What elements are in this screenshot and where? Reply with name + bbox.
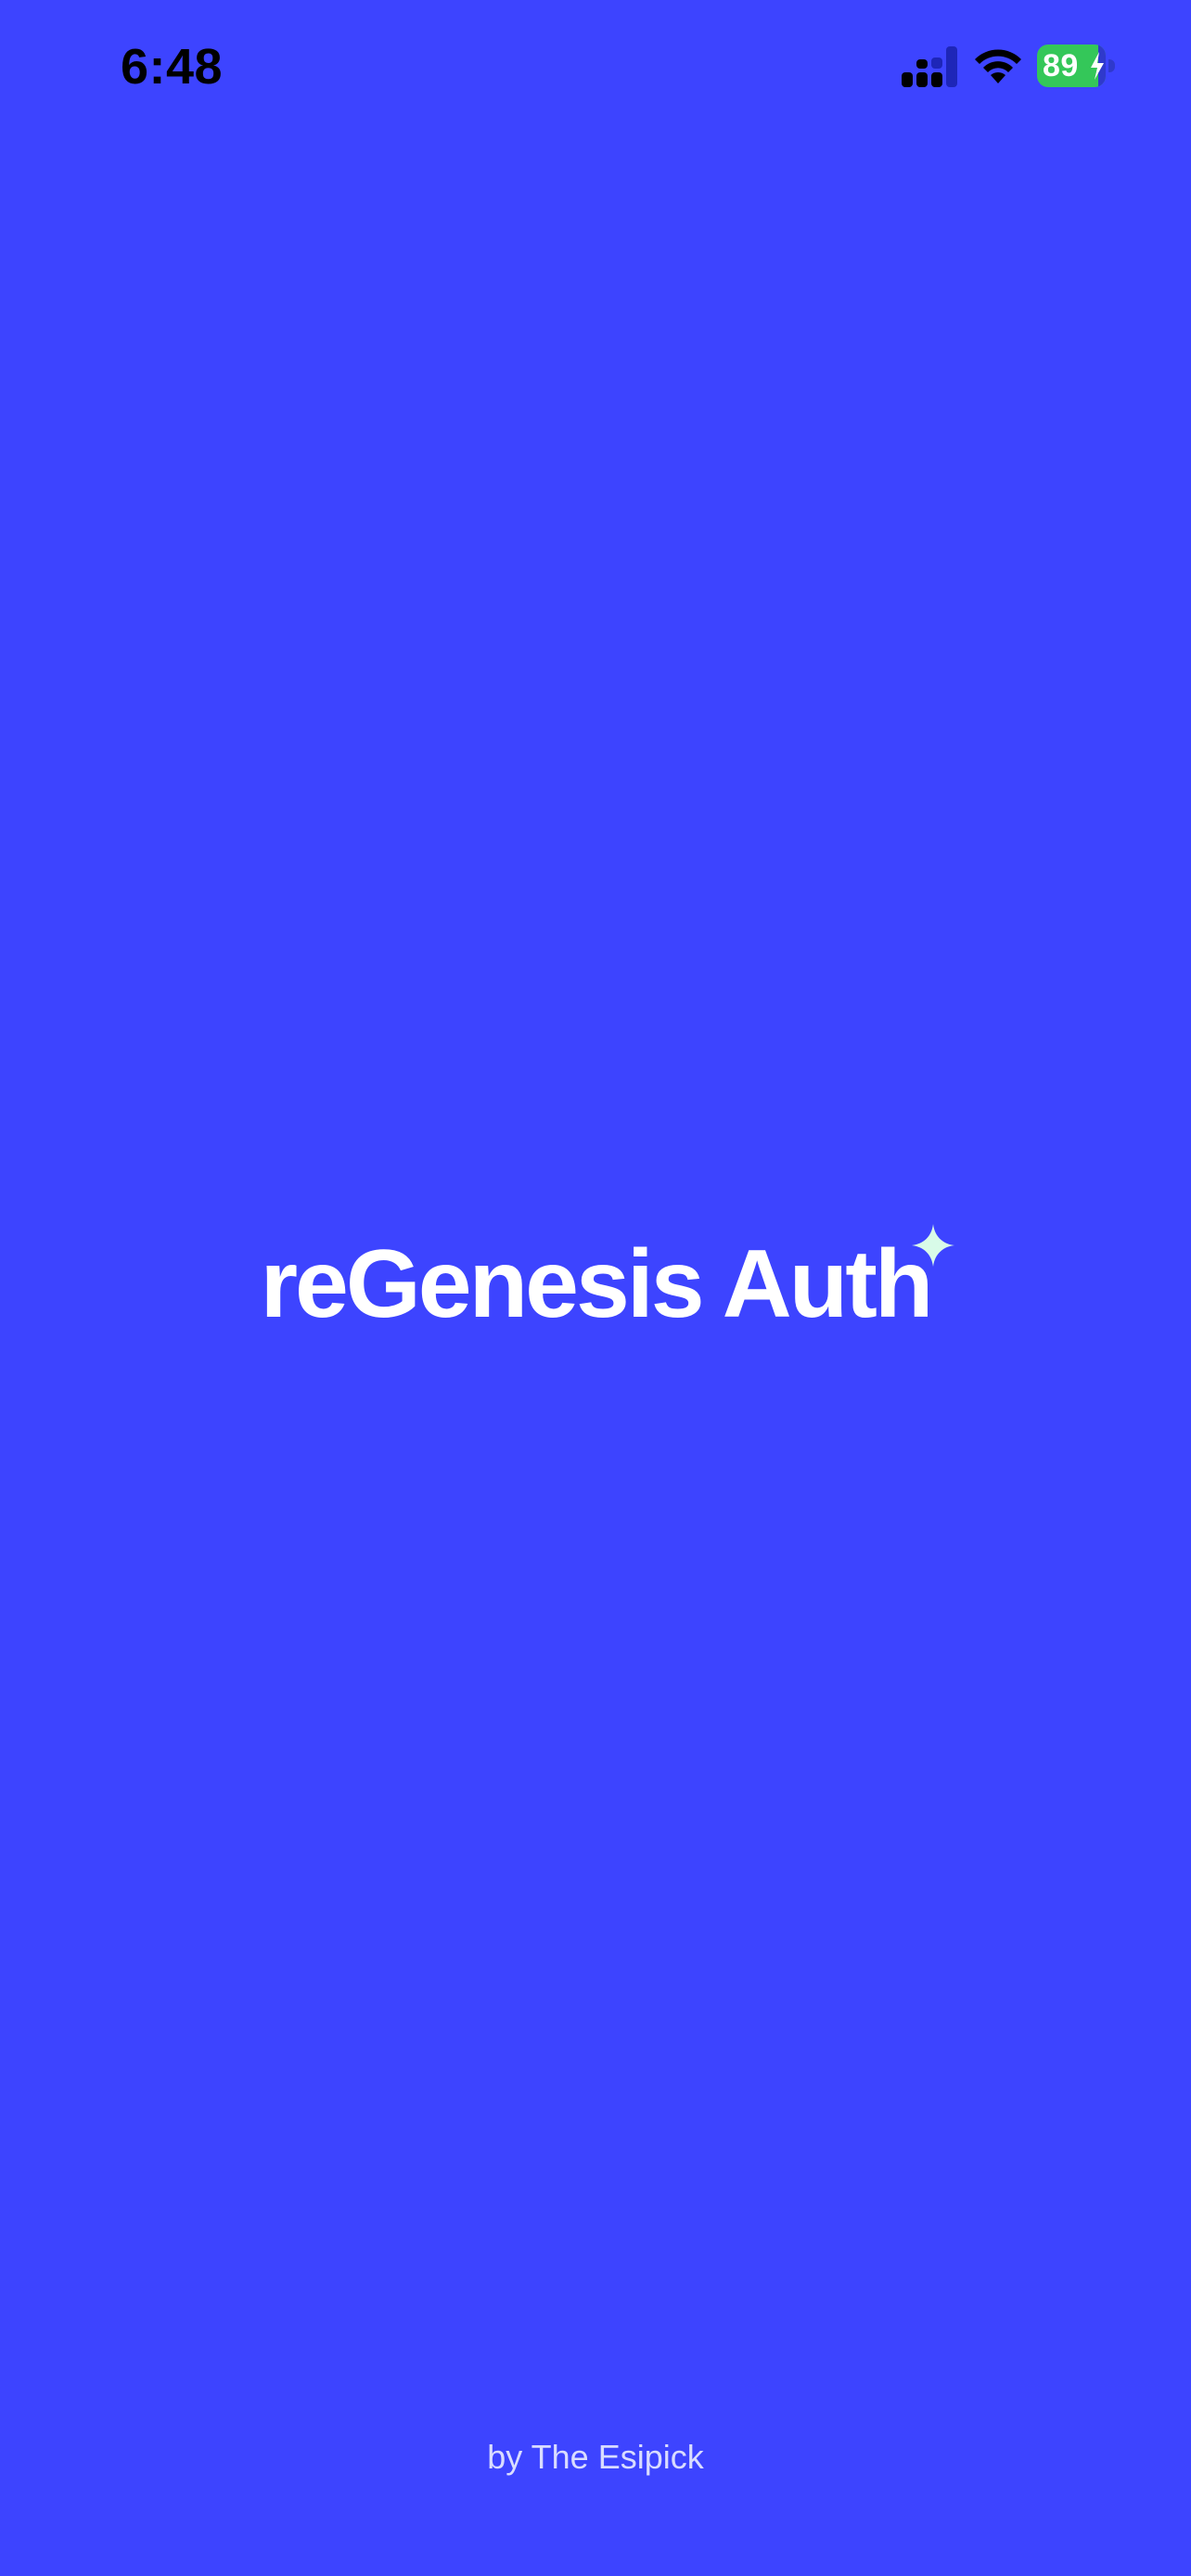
status-time: 6:48 (121, 39, 224, 95)
brand-wordmark: reGenesis Auth (260, 1224, 955, 1345)
battery-body: 89 (1037, 45, 1106, 87)
brand-logo: reGenesis Auth (0, 1224, 1191, 1354)
status-bar: 6:48 89 (0, 0, 1191, 139)
battery-icon: 89 (1037, 45, 1117, 87)
cellular-signal-icon (902, 46, 957, 87)
wifi-icon (975, 49, 1021, 83)
footer-credit: by The Esipick (487, 2438, 704, 2476)
sparkle-icon (912, 1224, 955, 1267)
splash-screen: 6:48 89 reGenesis Auth by The Esipick (0, 0, 1191, 2576)
battery-percentage: 89 (1043, 48, 1079, 83)
app-title: reGenesis Auth (260, 1231, 934, 1338)
battery-cap (1108, 59, 1115, 72)
charging-bolt-icon (1091, 52, 1104, 80)
